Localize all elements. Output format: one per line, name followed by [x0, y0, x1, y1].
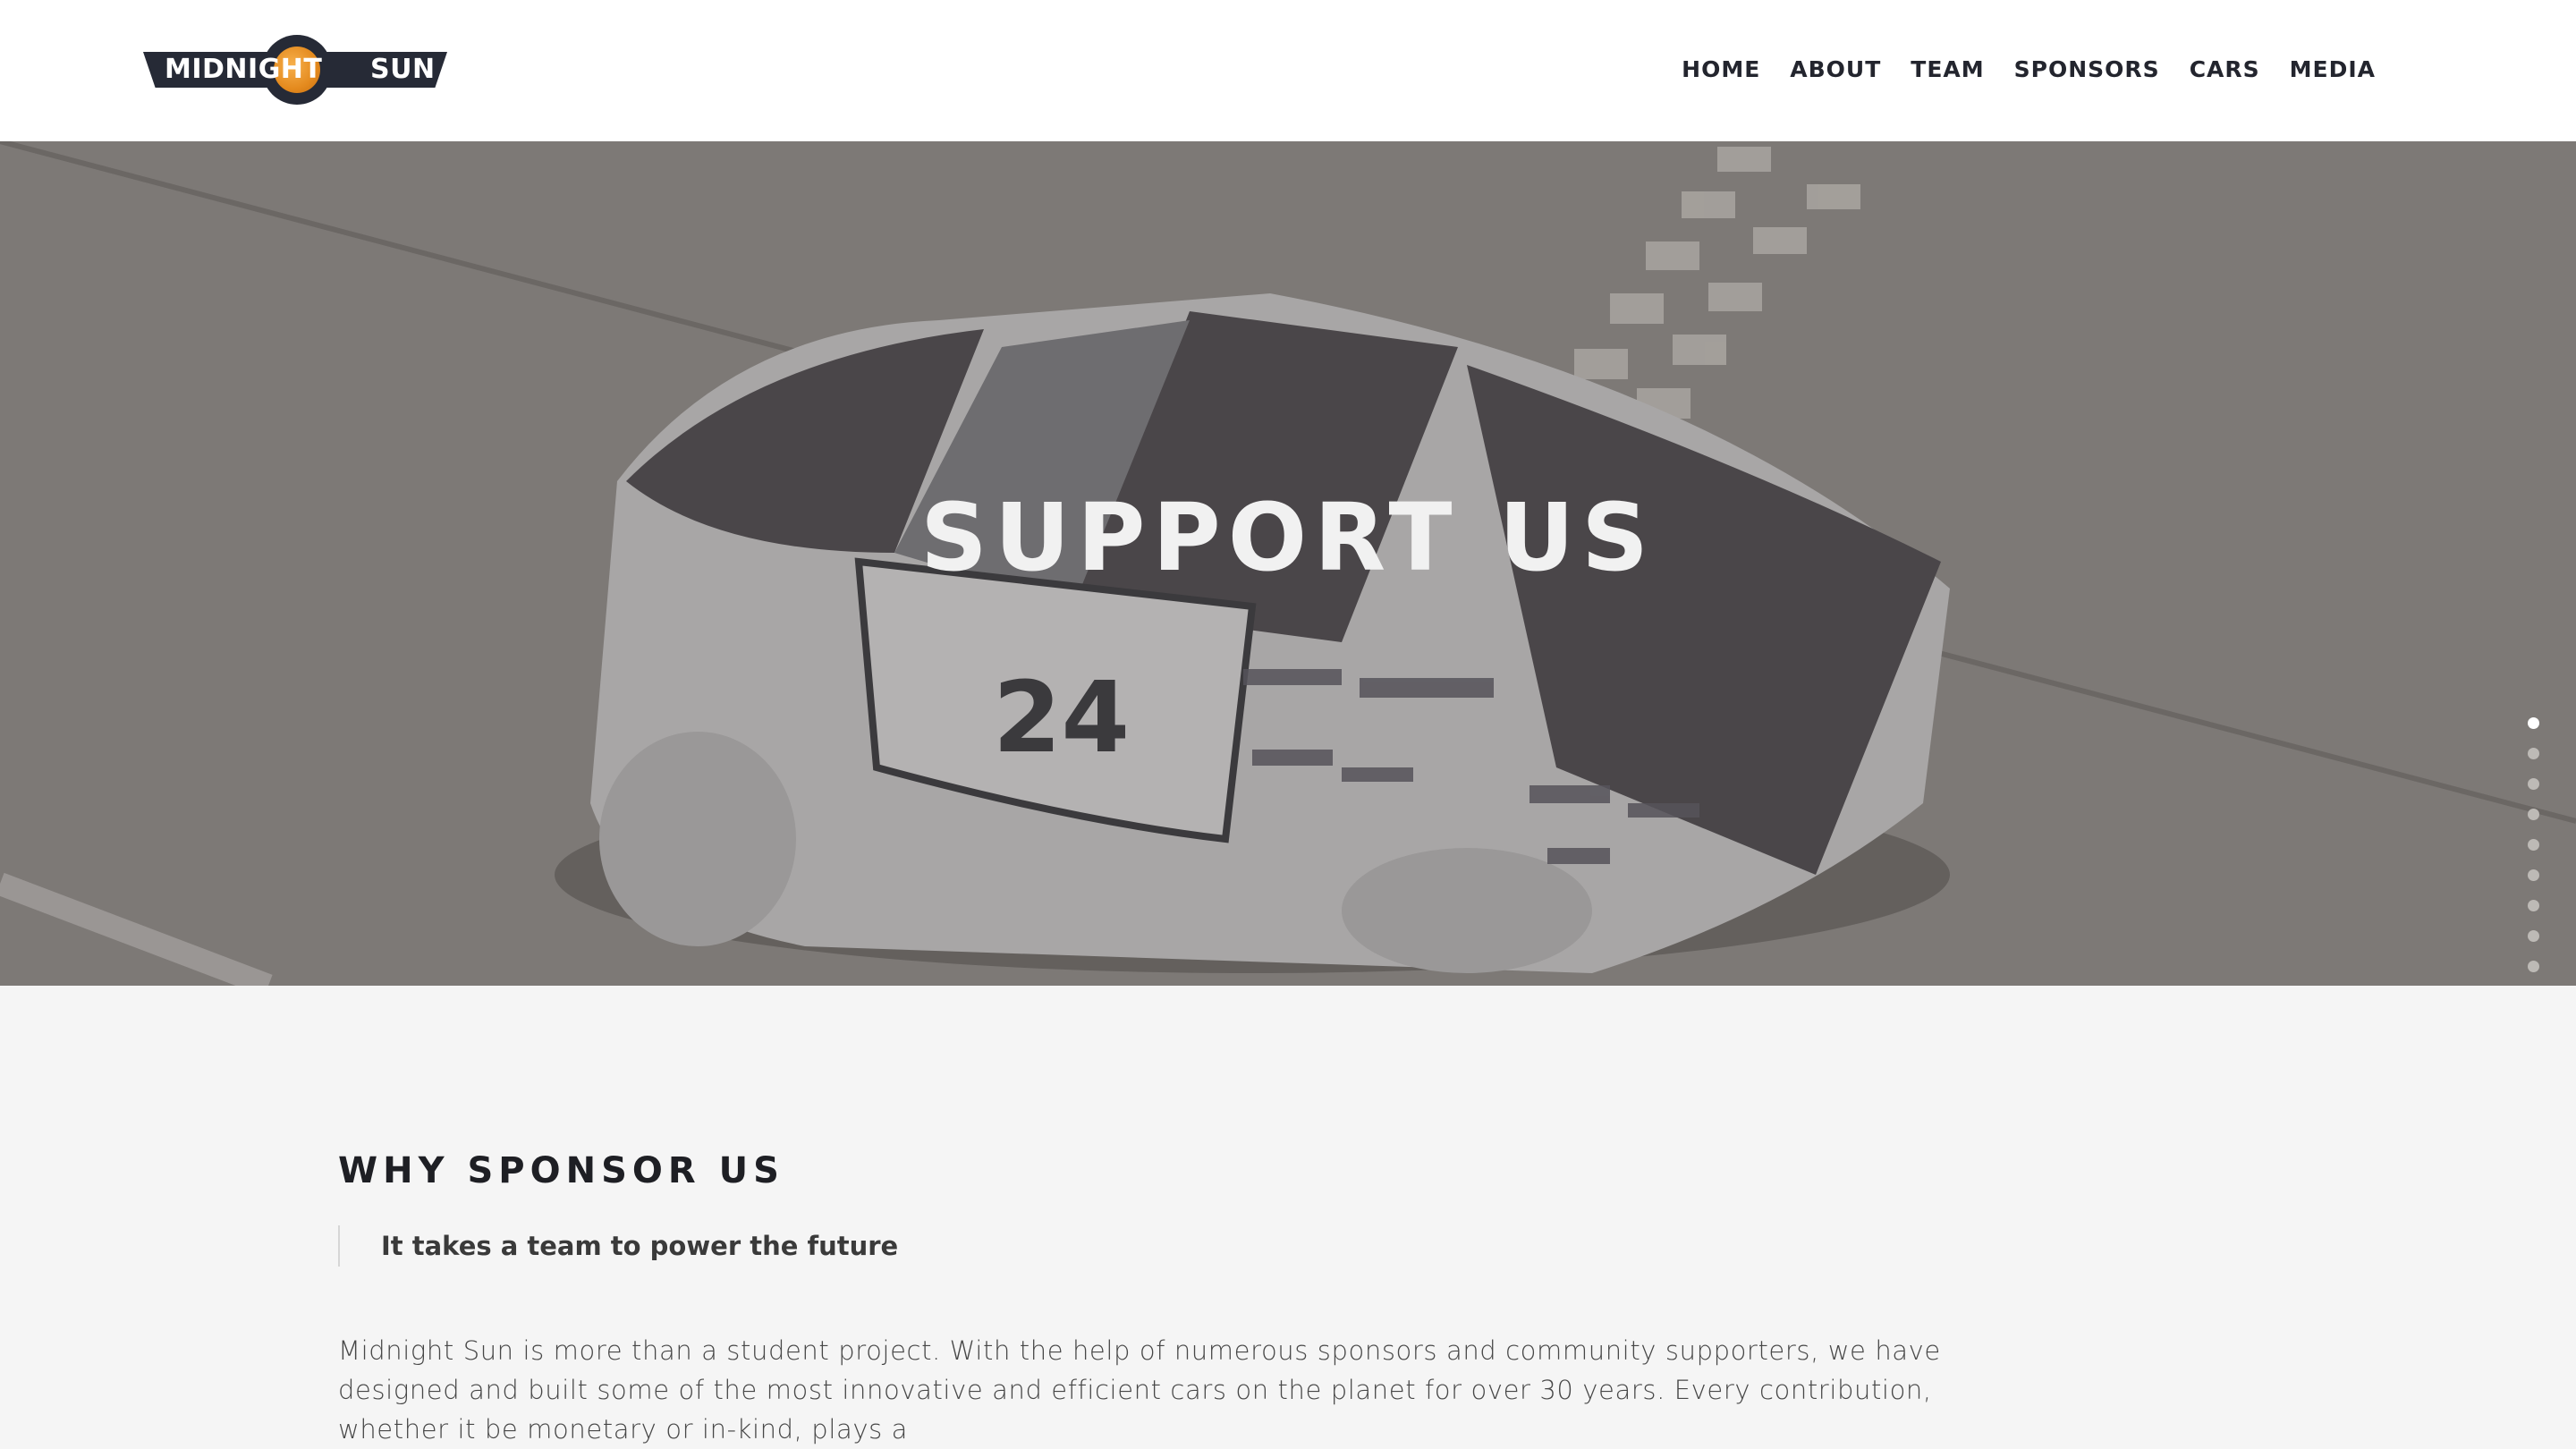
slide-dot-7[interactable]: [2528, 900, 2539, 911]
slide-dot-9[interactable]: [2528, 961, 2539, 972]
slide-dots: [2528, 717, 2540, 986]
slide-dot-1[interactable]: [2528, 717, 2539, 729]
nav-about[interactable]: ABOUT: [1790, 56, 1881, 82]
midnight-sun-logo[interactable]: MIDNIGHT SUN: [143, 32, 447, 106]
nav-home[interactable]: HOME: [1682, 56, 1760, 82]
nav-sponsors[interactable]: SPONSORS: [2014, 56, 2160, 82]
slide-dot-4[interactable]: [2528, 809, 2539, 820]
slide-dot-2[interactable]: [2528, 748, 2539, 759]
nav-cars[interactable]: CARS: [2190, 56, 2260, 82]
main-nav: HOME ABOUT TEAM SPONSORS CARS MEDIA: [1682, 50, 2376, 88]
hero-banner: 24 SUPPORT US: [0, 141, 2576, 986]
nav-team[interactable]: TEAM: [1911, 56, 1984, 82]
nav-media[interactable]: MEDIA: [2290, 56, 2376, 82]
slide-dot-8[interactable]: [2528, 930, 2539, 942]
slide-dot-5[interactable]: [2528, 839, 2539, 851]
section-paragraph: Midnight Sun is more than a student proj…: [338, 1335, 1941, 1445]
section-heading: WHY SPONSOR US: [338, 1150, 784, 1191]
slide-dot-3[interactable]: [2528, 778, 2539, 790]
hero-title: SUPPORT US: [919, 483, 1657, 592]
logo-text-right: SUN: [370, 54, 436, 85]
logo-text-left: MIDNIGHT: [165, 54, 323, 85]
site-header: MIDNIGHT SUN HOME ABOUT TEAM SPONSORS CA…: [0, 0, 2576, 141]
car-number: 24: [993, 660, 1130, 775]
slide-dot-6[interactable]: [2528, 869, 2539, 881]
section-tagline: It takes a team to power the future: [338, 1225, 898, 1267]
